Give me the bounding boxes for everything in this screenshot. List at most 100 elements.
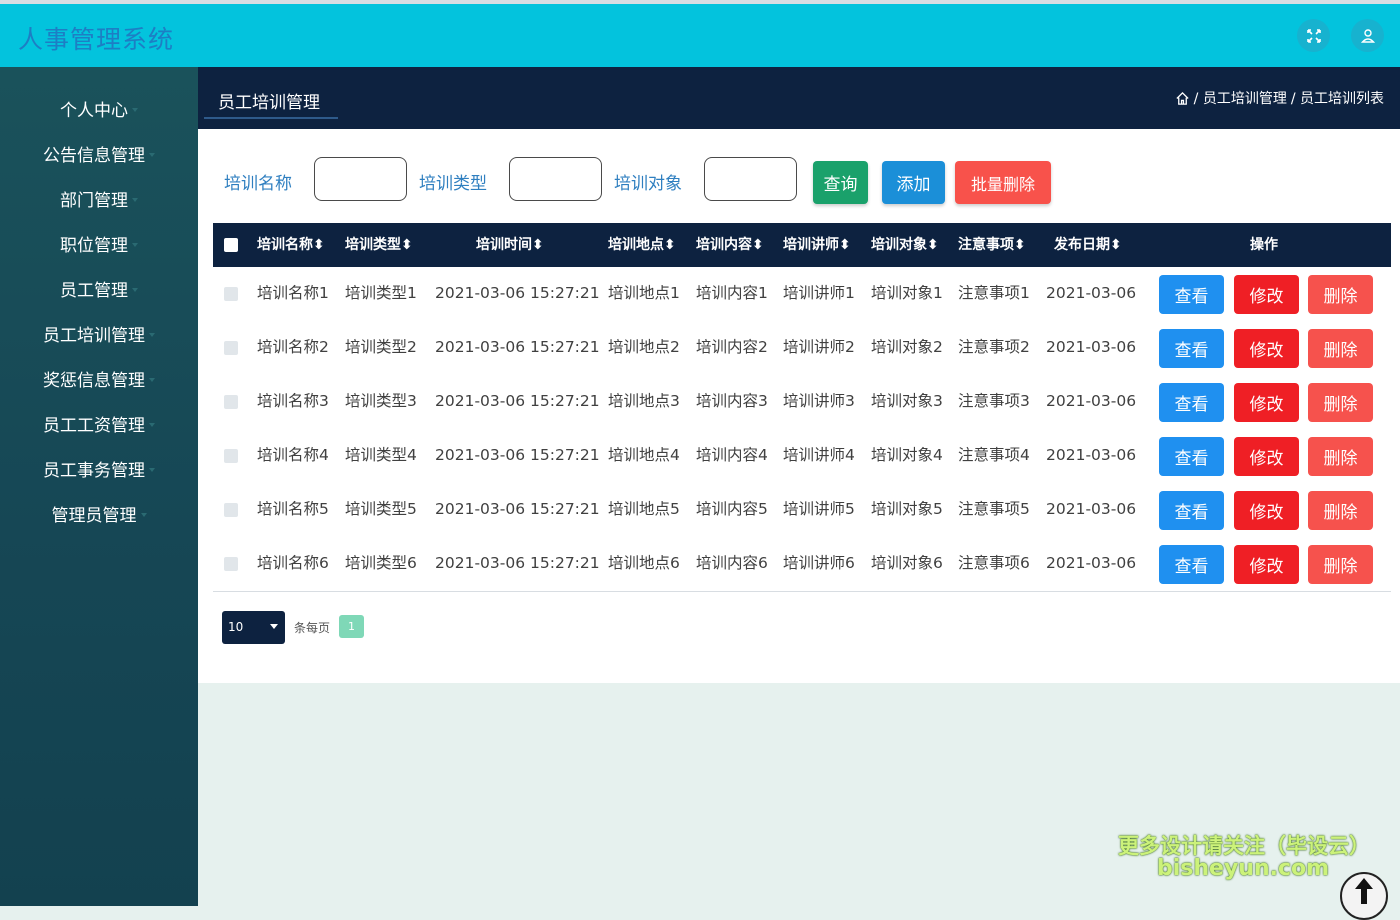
- cell-target: 培训对象2: [871, 338, 943, 356]
- scroll-top-button[interactable]: [1340, 872, 1388, 920]
- col-header-location[interactable]: 培训地点⬍: [608, 223, 676, 267]
- view-button[interactable]: 查看: [1159, 329, 1224, 368]
- cell-name: 培训名称6: [257, 554, 329, 572]
- user-icon[interactable]: [1351, 19, 1384, 52]
- col-header-content[interactable]: 培训内容⬍: [696, 223, 764, 267]
- edit-button[interactable]: 修改: [1234, 491, 1299, 530]
- search-input-type[interactable]: [509, 157, 602, 201]
- cell-notes: 注意事项5: [958, 500, 1030, 518]
- select-all-checkbox[interactable]: [224, 238, 238, 252]
- chevron-down-icon: [149, 377, 155, 382]
- delete-button[interactable]: 删除: [1308, 275, 1373, 314]
- row-checkbox[interactable]: [224, 557, 238, 571]
- sidebar-item-position[interactable]: 职位管理: [0, 221, 198, 266]
- delete-button[interactable]: 删除: [1308, 491, 1373, 530]
- row-checkbox[interactable]: [224, 287, 238, 301]
- view-button[interactable]: 查看: [1159, 275, 1224, 314]
- cell-location: 培训地点5: [608, 500, 680, 518]
- cell-name: 培训名称5: [257, 500, 329, 518]
- sidebar-item-employee[interactable]: 员工管理: [0, 266, 198, 311]
- table-row: 培训名称6 培训类型6 2021-03-06 15:27:21 培训地点6 培训内容6 培…: [213, 537, 1391, 592]
- delete-button[interactable]: 删除: [1308, 545, 1373, 584]
- sidebar-item-personal-center[interactable]: 个人中心: [0, 86, 198, 131]
- cell-target: 培训对象5: [871, 500, 943, 518]
- sidebar-item-affairs[interactable]: 员工事务管理: [0, 446, 198, 491]
- edit-button[interactable]: 修改: [1234, 383, 1299, 422]
- edit-button[interactable]: 修改: [1234, 329, 1299, 368]
- cell-location: 培训地点6: [608, 554, 680, 572]
- breadcrumb-item[interactable]: / 员工培训管理: [1194, 88, 1287, 108]
- sidebar-item-label: 职位管理: [60, 236, 128, 256]
- per-page-label: 条每页: [294, 621, 331, 635]
- sort-icon: ⬍: [927, 237, 939, 253]
- col-header-lecturer[interactable]: 培训讲师⬍: [783, 223, 851, 267]
- view-button[interactable]: 查看: [1159, 491, 1224, 530]
- col-header-notes[interactable]: 注意事项⬍: [958, 223, 1026, 267]
- cell-location: 培训地点2: [608, 338, 680, 356]
- arrow-up-icon: [1355, 878, 1373, 904]
- chevron-down-icon: [149, 152, 155, 157]
- search-input-name[interactable]: [314, 157, 407, 201]
- batch-delete-button[interactable]: 批量删除: [955, 161, 1051, 204]
- delete-button[interactable]: 删除: [1308, 329, 1373, 368]
- sort-icon: ⬍: [401, 237, 413, 253]
- cell-type: 培训类型5: [345, 500, 417, 518]
- sort-icon: ⬍: [1110, 237, 1122, 253]
- chevron-down-icon: [149, 422, 155, 427]
- cell-time: 2021-03-06 15:27:21: [435, 392, 600, 410]
- sidebar-item-salary[interactable]: 员工工资管理: [0, 401, 198, 446]
- col-header-time[interactable]: 培训时间⬍: [476, 223, 544, 267]
- col-header-date[interactable]: 发布日期⬍: [1054, 223, 1122, 267]
- cell-type: 培训类型1: [345, 284, 417, 302]
- row-checkbox[interactable]: [224, 341, 238, 355]
- edit-button[interactable]: 修改: [1234, 437, 1299, 476]
- search-label-name: 培训名称: [224, 174, 292, 194]
- row-checkbox[interactable]: [224, 395, 238, 409]
- fullscreen-icon[interactable]: [1297, 19, 1330, 52]
- delete-button[interactable]: 删除: [1308, 437, 1373, 476]
- sidebar-item-label: 公告信息管理: [43, 146, 145, 166]
- search-input-target[interactable]: [704, 157, 797, 201]
- sidebar-item-label: 管理员管理: [51, 506, 137, 526]
- cell-date: 2021-03-06: [1046, 500, 1137, 518]
- row-checkbox[interactable]: [224, 503, 238, 517]
- search-label-target: 培训对象: [614, 174, 682, 194]
- cell-target: 培训对象3: [871, 392, 943, 410]
- chevron-down-icon: [140, 512, 147, 517]
- chevron-down-icon: [132, 107, 138, 112]
- delete-button[interactable]: 删除: [1308, 383, 1373, 422]
- query-button[interactable]: 查询: [813, 161, 868, 204]
- view-button[interactable]: 查看: [1159, 545, 1224, 584]
- page-header: 员工培训管理 / 员工培训管理 / 员工培训列表: [198, 67, 1400, 129]
- view-button[interactable]: 查看: [1159, 383, 1224, 422]
- view-button[interactable]: 查看: [1159, 437, 1224, 476]
- page-number-button[interactable]: 1: [339, 615, 364, 638]
- cell-notes: 注意事项3: [958, 392, 1030, 410]
- cell-date: 2021-03-06: [1046, 446, 1137, 464]
- cell-time: 2021-03-06 15:27:21: [435, 554, 600, 572]
- breadcrumb: / 员工培训管理 / 员工培训列表: [1175, 88, 1384, 108]
- cell-content: 培训内容6: [696, 554, 768, 572]
- edit-button[interactable]: 修改: [1234, 275, 1299, 314]
- sidebar-item-label: 员工培训管理: [43, 326, 145, 346]
- cell-time: 2021-03-06 15:27:21: [435, 338, 600, 356]
- sidebar-item-notice[interactable]: 公告信息管理: [0, 131, 198, 176]
- cell-target: 培训对象6: [871, 554, 943, 572]
- edit-button[interactable]: 修改: [1234, 545, 1299, 584]
- page-size-select[interactable]: 10: [222, 611, 285, 644]
- col-header-name[interactable]: 培训名称⬍: [257, 223, 325, 267]
- col-header-type[interactable]: 培训类型⬍: [345, 223, 413, 267]
- cell-notes: 注意事项2: [958, 338, 1030, 356]
- cell-notes: 注意事项1: [958, 284, 1030, 302]
- row-checkbox[interactable]: [224, 449, 238, 463]
- sidebar-item-department[interactable]: 部门管理: [0, 176, 198, 221]
- col-header-target[interactable]: 培训对象⬍: [871, 223, 939, 267]
- col-header-actions: 操作: [1250, 237, 1278, 253]
- sidebar-item-admin[interactable]: 管理员管理: [0, 491, 198, 536]
- sidebar-item-label: 奖惩信息管理: [43, 371, 145, 391]
- sidebar-item-training[interactable]: 员工培训管理: [0, 311, 198, 356]
- home-icon[interactable]: [1175, 91, 1190, 106]
- sidebar-item-label: 个人中心: [60, 101, 128, 121]
- sidebar-item-reward[interactable]: 奖惩信息管理: [0, 356, 198, 401]
- add-button[interactable]: 添加: [882, 161, 945, 204]
